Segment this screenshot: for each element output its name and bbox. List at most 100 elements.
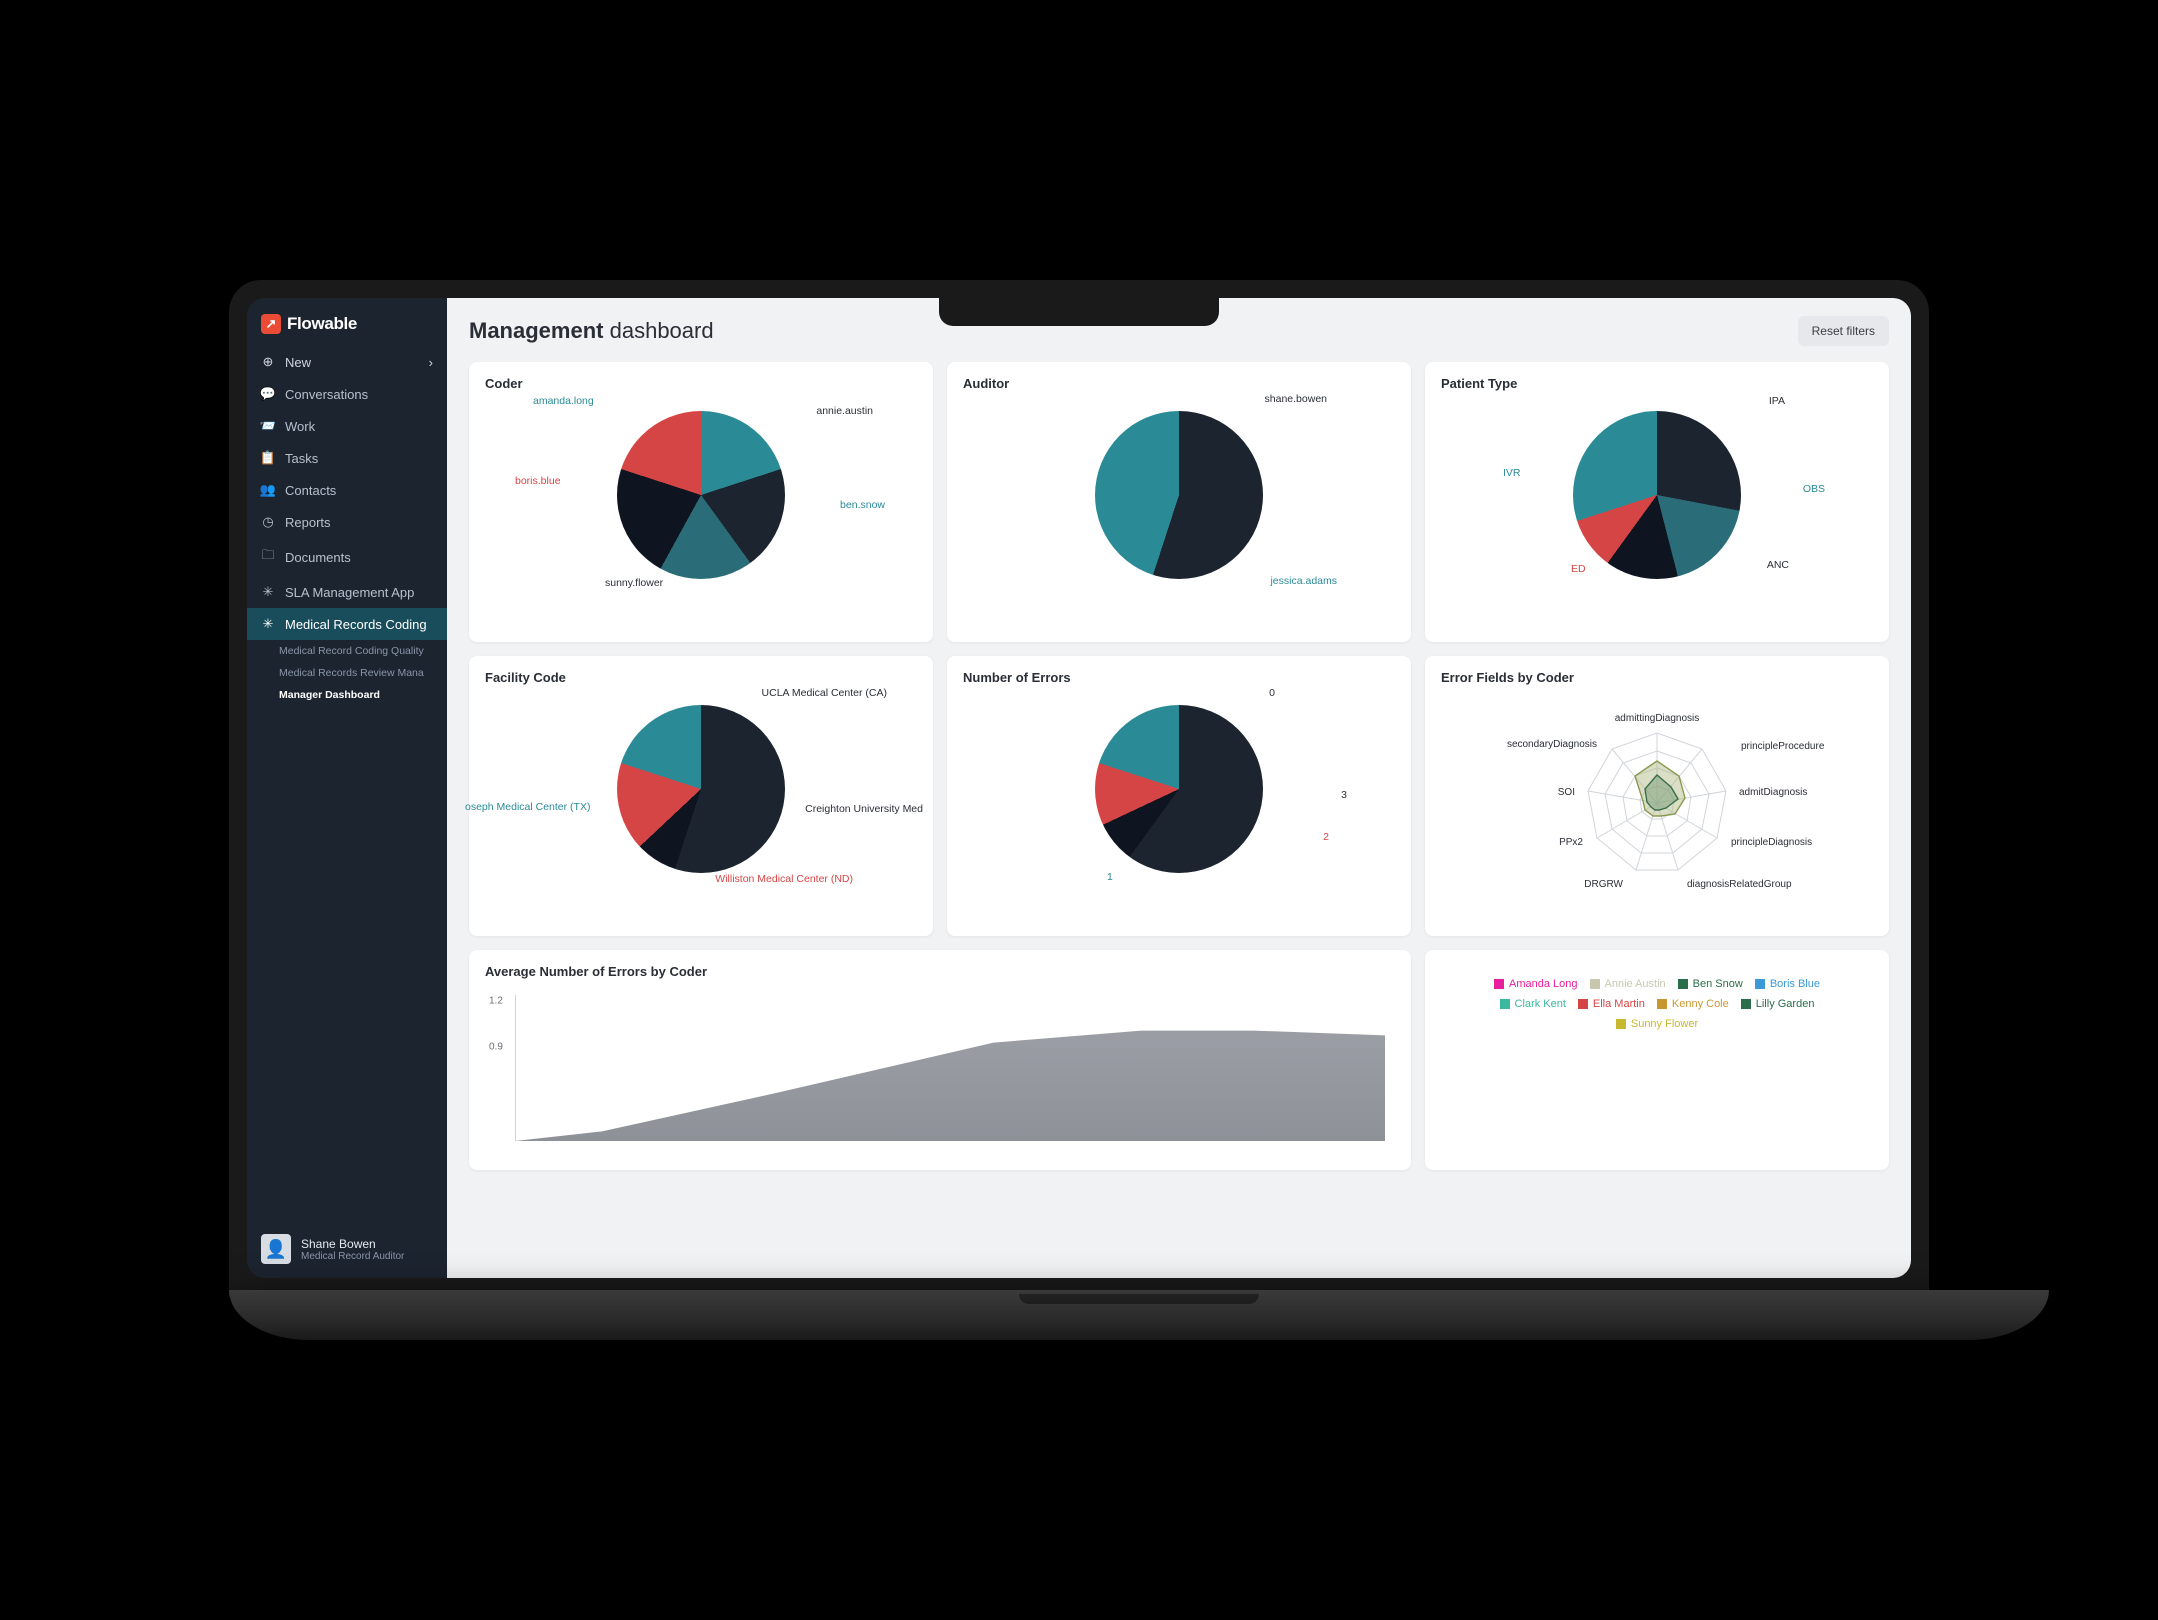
card-error-fields: Error Fields by Coder: [1425, 656, 1889, 936]
nav-icon: 📨: [261, 418, 275, 434]
card-title: Patient Type: [1441, 376, 1873, 391]
pie-label: shane.bowen: [1265, 393, 1327, 405]
nav-icon: 📋: [261, 450, 275, 466]
brand-logo-icon: ↗: [261, 314, 281, 334]
new-button[interactable]: ⊕ New ›: [247, 346, 447, 378]
card-legend: Amanda Long Annie Austin Ben Snow Boris Blu…: [1425, 950, 1889, 1170]
legend-item: Boris Blue: [1755, 978, 1820, 990]
brand-row[interactable]: ↗ Flowable: [247, 298, 447, 346]
card-number-of-errors: Number of Errors 0 3 2 1: [947, 656, 1411, 936]
laptop-base: [229, 1290, 2049, 1340]
legend-label: Lilly Garden: [1756, 998, 1815, 1010]
legend-item: Lilly Garden: [1741, 998, 1815, 1010]
pie-label: 3: [1341, 789, 1347, 801]
sidebar: ↗ Flowable ⊕ New › 💬 Conversations 📨Work 📋 T…: [247, 298, 447, 1278]
pie-label: annie.austin: [816, 405, 873, 417]
pie-label: 2: [1323, 831, 1329, 843]
sidebar-item-contacts[interactable]: 👥Contacts: [247, 474, 447, 506]
legend-item: Amanda Long: [1494, 978, 1578, 990]
legend-swatch: [1755, 979, 1765, 989]
legend-label: Annie Austin: [1605, 978, 1666, 990]
pie-chart: [1095, 411, 1263, 579]
pie-label: IVR: [1503, 467, 1521, 479]
sidebar-item-documents[interactable]: 🗀Documents: [247, 538, 447, 576]
sidebar-item-reports[interactable]: ◷ Reports: [247, 506, 447, 538]
pie-label: Creighton University Med: [805, 803, 923, 815]
pie-chart: [1095, 705, 1263, 873]
card-facility-code: Facility Code UCLA Medical Center (CA) C…: [469, 656, 933, 936]
nav-icon: 💬: [261, 386, 275, 402]
legend-swatch: [1616, 1019, 1626, 1029]
legend-list: Amanda Long Annie Austin Ben Snow Boris Blu…: [1441, 964, 1873, 1044]
card-title: Coder: [485, 376, 917, 391]
legend-item: Ella Martin: [1578, 998, 1645, 1010]
pie-label: ANC: [1767, 559, 1789, 571]
card-coder: Coder amanda.long annie.austin ben.snow …: [469, 362, 933, 642]
nav-label: Tasks: [285, 451, 318, 466]
sidebar-item-work[interactable]: 📨Work: [247, 410, 447, 442]
legend-swatch: [1741, 999, 1751, 1009]
dashboard-grid: Coder amanda.long annie.austin ben.snow …: [469, 362, 1889, 1170]
area-chart: 1.2 0.9: [485, 991, 1395, 1151]
legend-label: Ella Martin: [1593, 998, 1645, 1010]
nav-icon: ✳: [261, 584, 275, 600]
asterisk-icon: ✳: [261, 616, 275, 632]
legend-swatch: [1678, 979, 1688, 989]
card-title: Facility Code: [485, 670, 917, 685]
user-name: Shane Bowen: [301, 1237, 404, 1251]
pie-label: 1: [1107, 871, 1113, 883]
radar-svg: admittingDiagnosis principleProcedure ad…: [1487, 688, 1827, 908]
pie-label: amanda.long: [533, 395, 594, 407]
card-title: Error Fields by Coder: [1441, 670, 1873, 685]
svg-text:diagnosisRelatedGroup: diagnosisRelatedGroup: [1687, 879, 1792, 890]
pie-chart: [617, 411, 785, 579]
sidebar-item-tasks[interactable]: 📋 Tasks: [247, 442, 447, 474]
sidebar-subitem[interactable]: Medical Records Review Mana: [247, 662, 447, 684]
pie-coder: amanda.long annie.austin ben.snow sunny.…: [485, 399, 917, 579]
notch: [939, 298, 1219, 326]
reset-filters-button[interactable]: Reset filters: [1798, 316, 1889, 346]
sidebar-subitem[interactable]: Manager Dashboard: [247, 684, 447, 706]
pie-label: boris.blue: [515, 475, 561, 487]
card-title: Average Number of Errors by Coder: [485, 964, 1395, 979]
svg-text:SOI: SOI: [1558, 787, 1575, 798]
svg-text:principleDiagnosis: principleDiagnosis: [1731, 837, 1812, 848]
screen-bezel: ↗ Flowable ⊕ New › 💬 Conversations 📨Work 📋 T…: [229, 280, 1929, 1296]
avatar: 👤: [261, 1234, 291, 1264]
sidebar-item-sla-management-app[interactable]: ✳SLA Management App: [247, 576, 447, 608]
sidebar-item-conversations[interactable]: 💬 Conversations: [247, 378, 447, 410]
laptop-mockup: ↗ Flowable ⊕ New › 💬 Conversations 📨Work 📋 T…: [229, 280, 1929, 1340]
legend-label: Ben Snow: [1693, 978, 1743, 990]
nav-label: Contacts: [285, 483, 336, 498]
nav-icon: ◷: [261, 514, 275, 530]
y-tick: 0.9: [489, 1042, 503, 1053]
main-content: Management dashboard Reset filters Coder…: [447, 298, 1911, 1278]
pie-label: UCLA Medical Center (CA): [762, 687, 887, 699]
sidebar-subitem[interactable]: Medical Record Coding Quality: [247, 640, 447, 662]
user-profile[interactable]: 👤 Shane Bowen Medical Record Auditor: [247, 1220, 447, 1278]
nav-label: Documents: [285, 550, 351, 565]
legend-item: Annie Austin: [1590, 978, 1666, 990]
pie-chart: [1573, 411, 1741, 579]
radar-chart: admittingDiagnosis principleProcedure ad…: [1441, 693, 1873, 893]
user-role: Medical Record Auditor: [301, 1251, 404, 1262]
sidebar-active-label: Medical Records Coding: [285, 617, 427, 632]
sidebar-item-medical-records-coding[interactable]: ✳ Medical Records Coding: [247, 608, 447, 640]
nav-label: Reports: [285, 515, 331, 530]
legend-item: Ben Snow: [1678, 978, 1743, 990]
legend-item: Sunny Flower: [1616, 1018, 1698, 1030]
svg-text:DRGRW: DRGRW: [1584, 879, 1623, 890]
card-avg-errors: Average Number of Errors by Coder 1.2 0.…: [469, 950, 1411, 1170]
nav-label: Conversations: [285, 387, 368, 402]
svg-text:admittingDiagnosis: admittingDiagnosis: [1615, 713, 1700, 724]
brand-name: Flowable: [287, 314, 357, 334]
pie-label: Williston Medical Center (ND): [715, 873, 853, 885]
new-label: New: [285, 355, 311, 370]
svg-text:principleProcedure: principleProcedure: [1741, 741, 1825, 752]
pie-label: oseph Medical Center (TX): [465, 801, 590, 813]
legend-label: Boris Blue: [1770, 978, 1820, 990]
pie-label: sunny.flower: [605, 577, 663, 589]
legend-label: Kenny Cole: [1672, 998, 1729, 1010]
card-patient-type: Patient Type IPA OBS ANC ED IVR: [1425, 362, 1889, 642]
legend-label: Clark Kent: [1515, 998, 1566, 1010]
